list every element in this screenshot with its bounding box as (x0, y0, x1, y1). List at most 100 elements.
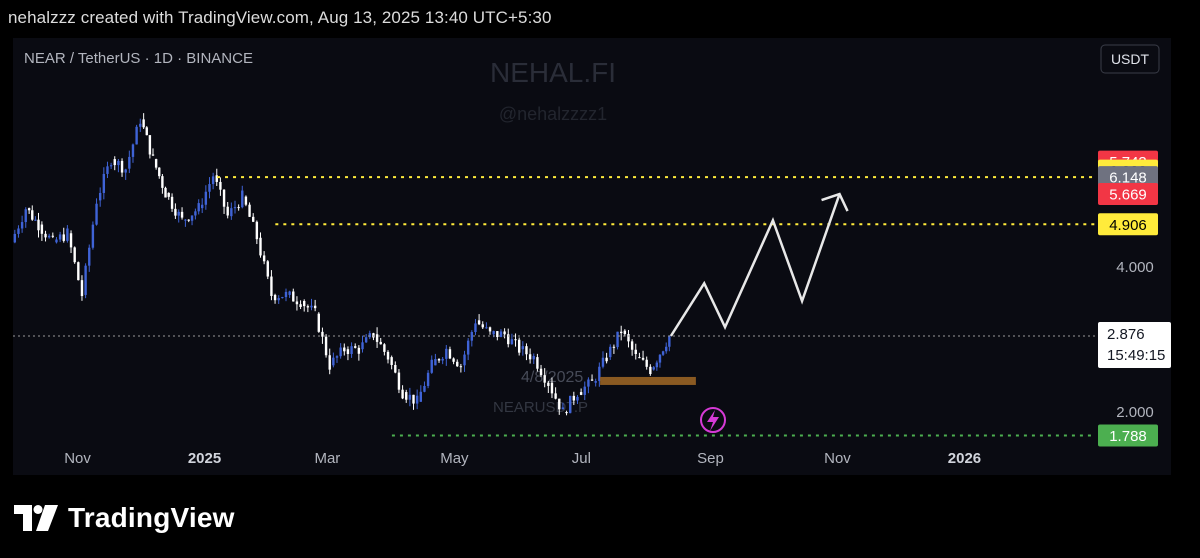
candle-body (649, 366, 652, 375)
lightning-icon[interactable] (700, 407, 726, 433)
candle-body (638, 357, 641, 359)
candle-body (31, 210, 34, 220)
candle-body (488, 327, 492, 332)
candle-body (609, 346, 612, 358)
candle-body (109, 165, 113, 167)
candle-body (200, 204, 204, 209)
price-chart[interactable]: NEHAL.FI @nehalzzzz1 4/8/2025 NEARUSDT.P… (13, 38, 1171, 475)
candle-body (219, 181, 222, 190)
candle-body (310, 305, 313, 308)
candle-body (270, 276, 273, 296)
candle-body (170, 196, 174, 209)
candle-body (510, 339, 514, 345)
candle-body (184, 219, 187, 221)
candle-body (226, 206, 229, 216)
candle-body (299, 304, 302, 307)
candle-body (492, 331, 495, 335)
candle-body (84, 265, 87, 295)
candle-body (539, 368, 543, 376)
candle-body (466, 340, 470, 355)
chart-caption: nehalzzz created with TradingView.com, A… (8, 8, 552, 27)
currency-button-label: USDT (1111, 51, 1150, 67)
candle-body (324, 336, 328, 356)
candle-body (652, 367, 655, 370)
candle-body (601, 357, 605, 367)
candle-body (426, 372, 430, 386)
candle-body (550, 382, 554, 394)
candle-body (412, 394, 415, 404)
candle-body (241, 190, 244, 208)
candle-body (277, 298, 280, 301)
candle-body (177, 211, 180, 216)
candle-body (661, 351, 665, 355)
candle-body (616, 331, 619, 348)
candle-body (339, 347, 342, 357)
candle-body (408, 394, 412, 400)
candle-body (590, 379, 594, 381)
candle-body (40, 224, 44, 234)
watermark-brand: NEHAL.FI (490, 57, 616, 88)
candle-body (44, 233, 47, 238)
candle-body (364, 337, 368, 343)
candle-body (554, 393, 557, 399)
candle-body (332, 357, 335, 366)
candle-body (306, 306, 310, 308)
candle-body (645, 359, 648, 367)
candle-body (619, 331, 623, 334)
candle-body (281, 297, 284, 299)
candle-body (174, 208, 177, 216)
candle-body (47, 235, 51, 238)
candle-body (259, 237, 262, 256)
candle-body (481, 324, 484, 328)
candle-body (583, 386, 586, 395)
candle-body (623, 330, 627, 335)
candle-body (62, 234, 65, 241)
candle-body (187, 219, 190, 221)
price-label-text: 5.669 (1109, 187, 1147, 204)
candle-body (445, 348, 448, 359)
candle-body (230, 208, 233, 217)
candle-body (88, 247, 91, 266)
candle-body (73, 247, 76, 263)
candle-body (222, 189, 226, 207)
candle-body (655, 362, 659, 368)
currency-button[interactable]: USDT (1100, 44, 1160, 74)
candle-body (594, 381, 597, 383)
candle-body (233, 207, 237, 209)
candle-body (55, 239, 58, 243)
candle-body (437, 359, 441, 361)
candle-body (456, 361, 459, 367)
chart-panel[interactable]: NEHAL.FI @nehalzzzz1 4/8/2025 NEARUSDT.P… (13, 38, 1171, 475)
candle-body (441, 358, 444, 361)
candle-body (386, 351, 390, 360)
candle-body (262, 255, 266, 262)
candle-body (145, 127, 148, 136)
candle-body (161, 176, 164, 188)
candle-body (579, 392, 583, 395)
candle-body (419, 391, 423, 402)
candle-body (503, 331, 506, 335)
candle-body (587, 379, 590, 387)
candle-body (167, 192, 170, 197)
time-axis-label: Nov (824, 450, 851, 467)
watermark-handle: @nehalzzzz1 (499, 104, 607, 124)
candle-body (547, 382, 550, 386)
candle-body (164, 187, 167, 198)
candle-body (576, 396, 579, 401)
candle-body (558, 398, 561, 410)
candle-body (665, 346, 668, 352)
candle-body (459, 366, 463, 368)
candle-body (154, 159, 158, 168)
candle-body (117, 160, 120, 166)
candle-body (477, 320, 481, 325)
price-axis-tick: 2.000 (1116, 404, 1154, 421)
candle-body (561, 407, 565, 410)
candle-body (514, 339, 517, 341)
time-axis: Nov 2025 Mar May Jul Sep Nov 2026 (64, 450, 981, 467)
candle-body (248, 204, 251, 217)
candle-body (295, 301, 299, 305)
candle-body (135, 126, 138, 145)
footer-brand[interactable]: TradingView (14, 498, 235, 538)
candle-body (128, 156, 131, 169)
support-zone (600, 376, 696, 385)
